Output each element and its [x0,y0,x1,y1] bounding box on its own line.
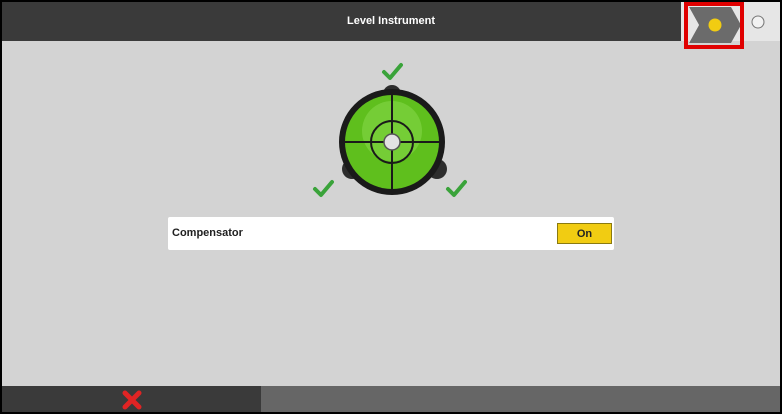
checkmark-icon [446,180,467,197]
footer-right-panel [261,386,780,412]
compensator-toggle-button[interactable]: On [557,223,612,244]
cancel-x-icon[interactable] [121,389,143,411]
compensator-label: Compensator [172,227,243,239]
step-highlight-box [684,2,744,49]
checkmark-icon [382,63,403,80]
page-title: Level Instrument [346,15,436,27]
checkmark-icon [313,180,334,197]
next-step-circle-icon[interactable] [751,15,765,29]
compensator-row: Compensator On [168,217,614,250]
app-frame: Level Instrument Compensator On [2,2,780,412]
title-bar: Level Instrument [2,2,780,41]
